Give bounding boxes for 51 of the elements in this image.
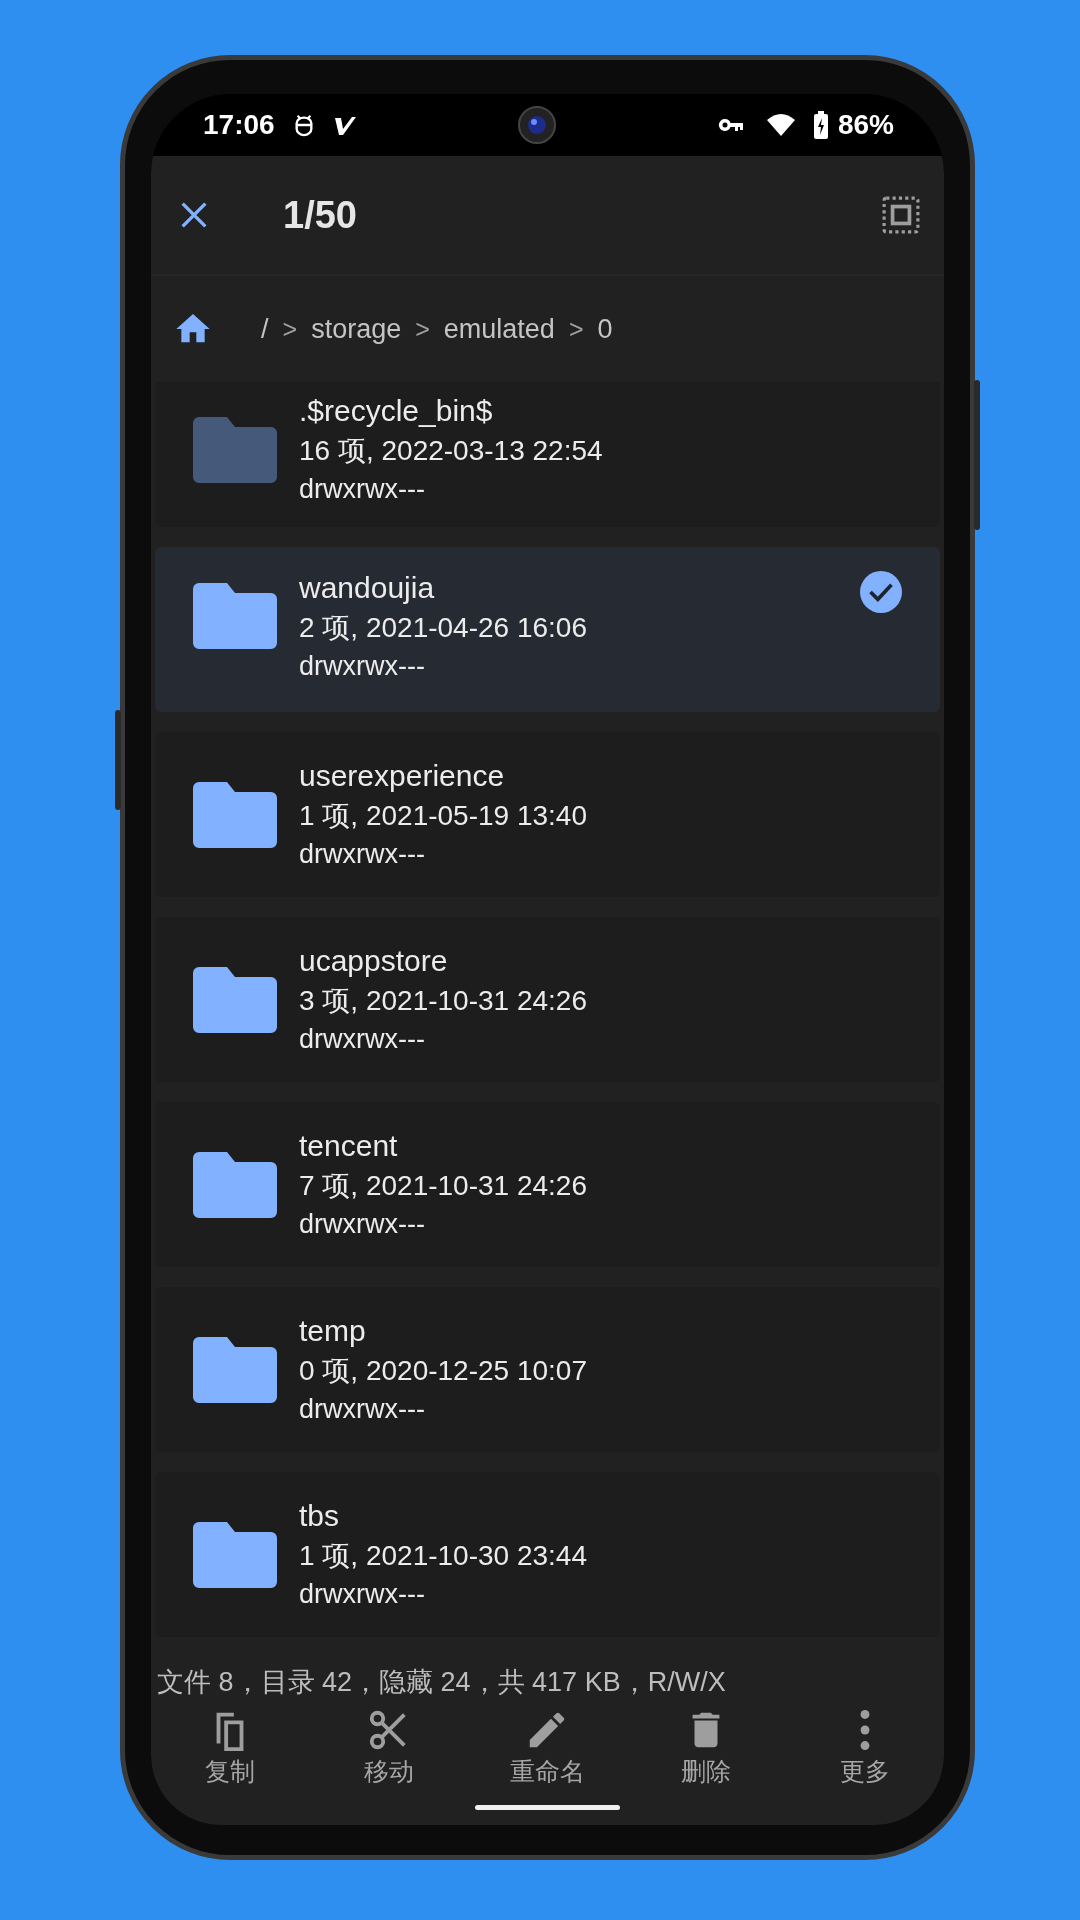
- folder-name: tencent: [299, 1129, 399, 1163]
- folder-row[interactable]: temp 0 项, 2020-12-25 10:07 drwxrwx---: [155, 1287, 940, 1452]
- action-button[interactable]: 更多: [799, 1706, 930, 1789]
- folder-info: 1 项, 2021-05-19 13:40: [299, 799, 588, 833]
- folder-permissions: drwxrwx---: [299, 1024, 426, 1055]
- folder-permissions: drwxrwx---: [299, 839, 426, 870]
- folder-info: 7 项, 2021-10-31 24:26: [299, 1169, 588, 1203]
- battery-level: 86%: [837, 109, 894, 141]
- action-button[interactable]: 移动: [323, 1706, 454, 1789]
- folder-name: ucappstore: [299, 944, 449, 978]
- folder-name: userexperience: [299, 759, 506, 793]
- folder-row[interactable]: wandoujia 2 项, 2021-04-26 16:06 drwxrwx---: [155, 547, 940, 712]
- folder-info: 0 项, 2020-12-25 10:07: [299, 1354, 588, 1388]
- folder-name: tbs: [299, 1499, 341, 1533]
- folder-info: 1 项, 2021-10-30 23:44: [299, 1539, 588, 1573]
- action-button[interactable]: 复制: [165, 1706, 296, 1789]
- camera-lens: [517, 105, 558, 145]
- path-segment[interactable]: /: [261, 313, 269, 345]
- check-icon: [860, 571, 902, 613]
- more-icon: [859, 1710, 870, 1750]
- folder-permissions: drwxrwx---: [299, 1394, 426, 1425]
- action-button[interactable]: 删除: [641, 1706, 772, 1789]
- folder-name: wandoujia: [299, 571, 436, 605]
- folder-row[interactable]: ucappstore 3 项, 2021-10-31 24:26 drwxrwx---: [155, 917, 940, 1082]
- folder-permissions: drwxrwx---: [299, 651, 426, 682]
- folder-permissions: drwxrwx---: [299, 1579, 426, 1610]
- folder-name: temp: [299, 1314, 367, 1348]
- folder-info: 2 项, 2021-04-26 16:06: [299, 611, 588, 645]
- folder-info: 16 项, 2022-03-13 22:54: [299, 434, 604, 468]
- robot-icon: [292, 112, 315, 138]
- folder-name: .$recycle_bin$: [299, 394, 494, 428]
- folder-permissions: drwxrwx---: [299, 1209, 426, 1240]
- path-separator: >: [282, 314, 298, 344]
- folder-row[interactable]: tbs 1 项, 2021-10-30 23:44 drwxrwx---: [155, 1472, 940, 1637]
- path-separator: >: [415, 314, 430, 344]
- path-segment[interactable]: emulated: [443, 313, 555, 345]
- status-time: 17:06: [203, 109, 275, 141]
- folder-row[interactable]: userexperience 1 项, 2021-05-19 13:40 drwxrwx---: [155, 732, 940, 897]
- wifi-icon: [765, 113, 796, 137]
- path-separator: >: [568, 314, 584, 344]
- folder-permissions: drwxrwx---: [299, 474, 426, 505]
- path-segment[interactable]: storage: [311, 313, 402, 345]
- folder-row[interactable]: tencent 7 项, 2021-10-31 24:26 drwxrwx---: [155, 1102, 940, 1267]
- summary-text: 文件 8，目录 42，隐藏 24，共 417 KB，R/W/X: [156, 1666, 727, 1699]
- action-button[interactable]: 重命名: [482, 1706, 613, 1789]
- battery-icon: [813, 111, 828, 139]
- path-segment[interactable]: 0: [597, 313, 613, 345]
- folder-row[interactable]: .$recycle_bin$ 16 项, 2022-03-13 22:54 drwxrwx---: [155, 382, 940, 527]
- selection-count: 1/50: [283, 193, 357, 237]
- select-all-icon: [882, 196, 920, 234]
- folder-info: 3 项, 2021-10-31 24:26: [299, 984, 588, 1018]
